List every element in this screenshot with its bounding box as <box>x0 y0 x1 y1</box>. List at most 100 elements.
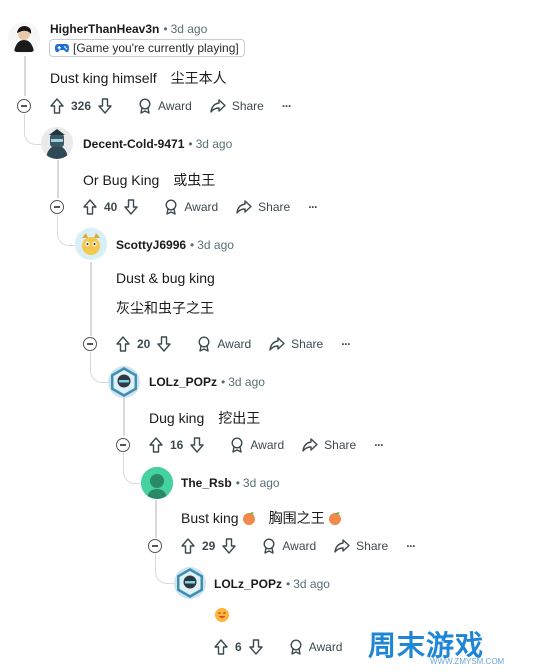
comment-body: Or Bug King 或虫王 <box>83 172 216 188</box>
share-button[interactable]: Share <box>302 438 356 452</box>
downvote-button[interactable] <box>222 538 237 554</box>
upvote-arrow-icon <box>116 336 130 352</box>
laughing-emoji-icon <box>215 608 229 622</box>
comment-author[interactable]: Decent-Cold-9471 <box>83 137 184 151</box>
thread-connector <box>155 553 174 584</box>
share-icon <box>236 200 252 214</box>
comment-body <box>214 607 230 628</box>
comment-timestamp[interactable]: 3d ago <box>196 137 233 151</box>
collapse-thread-button[interactable] <box>116 438 130 452</box>
award-button[interactable]: Award <box>138 98 192 114</box>
downvote-arrow-icon <box>124 199 139 215</box>
more-options-button[interactable]: ··· <box>406 539 416 553</box>
downvote-arrow-icon <box>248 639 263 655</box>
avatar[interactable] <box>8 22 40 54</box>
award-button[interactable]: Award <box>262 538 316 554</box>
share-button[interactable]: Share <box>236 200 290 214</box>
upvote-button[interactable] <box>149 437 163 453</box>
award-label: Award <box>184 200 219 214</box>
award-button[interactable]: Award <box>164 199 218 215</box>
thread-line <box>24 56 26 96</box>
comment-body-text: 胸围之王 <box>268 510 325 526</box>
thread-connector <box>123 453 140 484</box>
avatar-image-icon <box>141 467 173 499</box>
award-label: Award <box>158 99 192 113</box>
comment-timestamp[interactable]: 3d ago <box>171 22 208 36</box>
award-label: Award <box>308 640 343 654</box>
comment-timestamp[interactable]: 3d ago <box>293 577 330 591</box>
comment-body: Dug king 挖出王 <box>149 410 261 426</box>
collapse-thread-button[interactable] <box>148 539 162 553</box>
more-options-button[interactable]: ··· <box>308 200 318 214</box>
more-options-button[interactable]: ··· <box>341 337 351 351</box>
comment-body-text: Bust king <box>181 510 239 526</box>
avatar[interactable] <box>141 467 173 499</box>
downvote-button[interactable] <box>190 437 205 453</box>
thread-line <box>57 160 59 198</box>
comment-author[interactable]: LOLz_POPz <box>149 375 217 389</box>
avatar[interactable] <box>174 567 206 599</box>
comment-timestamp[interactable]: 3d ago <box>228 375 265 389</box>
more-options-icon: ··· <box>374 438 384 452</box>
more-options-button[interactable]: ··· <box>374 438 384 452</box>
comment-author[interactable]: ScottyJ6996 <box>116 238 186 252</box>
watermark-url: WWW.ZMYSM.COM <box>430 657 505 666</box>
upvote-arrow-icon <box>214 639 228 655</box>
more-options-icon: ··· <box>406 539 416 553</box>
award-button[interactable]: Award <box>197 336 251 352</box>
downvote-arrow-icon <box>190 437 205 453</box>
comment-author[interactable]: HigherThanHeav3n <box>50 22 159 36</box>
award-label: Award <box>217 337 252 351</box>
thread-connector <box>90 352 109 383</box>
thread-line <box>155 500 157 538</box>
more-options-button[interactable]: ··· <box>281 99 292 113</box>
downvote-button[interactable] <box>124 199 139 215</box>
avatar[interactable] <box>108 366 140 398</box>
downvote-button[interactable] <box>248 639 263 655</box>
share-icon <box>210 99 226 113</box>
avatar-image-icon <box>111 367 137 397</box>
avatar-image-icon <box>8 22 40 54</box>
award-button[interactable]: Award <box>230 437 284 453</box>
share-button[interactable]: Share <box>210 99 264 113</box>
vote-score: 326 <box>71 99 92 113</box>
thread-connector <box>24 114 41 145</box>
downvote-arrow-icon <box>157 336 172 352</box>
award-icon <box>231 437 243 453</box>
avatar-image-icon <box>41 127 73 159</box>
award-icon <box>290 639 302 655</box>
comment-author[interactable]: LOLz_POPz <box>214 577 282 591</box>
comment-author[interactable]: The_Rsb <box>181 476 232 490</box>
downvote-button[interactable] <box>157 336 172 352</box>
share-button[interactable]: Share <box>269 337 323 351</box>
award-label: Award <box>282 539 317 553</box>
comment-body: Dust king himself 尘王本人 <box>50 70 227 86</box>
avatar-image-icon <box>177 568 203 598</box>
comment-timestamp[interactable]: 3d ago <box>243 476 280 490</box>
upvote-button[interactable] <box>116 336 130 352</box>
share-button[interactable]: Share <box>334 539 388 553</box>
more-options-icon: ··· <box>308 200 318 214</box>
award-icon <box>263 538 275 554</box>
avatar[interactable] <box>75 228 107 260</box>
upvote-arrow-icon <box>50 98 64 114</box>
thread-line <box>123 398 125 436</box>
thread-connector <box>57 215 76 246</box>
collapse-thread-button[interactable] <box>50 200 64 214</box>
award-icon <box>139 98 151 114</box>
upvote-button[interactable] <box>214 639 228 655</box>
upvote-button[interactable] <box>181 538 195 554</box>
avatar[interactable] <box>41 127 73 159</box>
collapse-thread-button[interactable] <box>83 337 97 351</box>
collapse-thread-button[interactable] <box>17 99 31 113</box>
comment-timestamp[interactable]: 3d ago <box>197 238 234 252</box>
peach-emoji-icon <box>242 512 255 525</box>
share-label: Share <box>324 438 357 452</box>
upvote-button[interactable] <box>83 199 97 215</box>
upvote-button[interactable] <box>50 98 64 114</box>
share-label: Share <box>356 539 389 553</box>
more-options-icon: ··· <box>281 99 292 113</box>
downvote-button[interactable] <box>98 98 112 114</box>
award-button[interactable]: Award <box>289 639 343 655</box>
downvote-arrow-icon <box>222 538 237 554</box>
